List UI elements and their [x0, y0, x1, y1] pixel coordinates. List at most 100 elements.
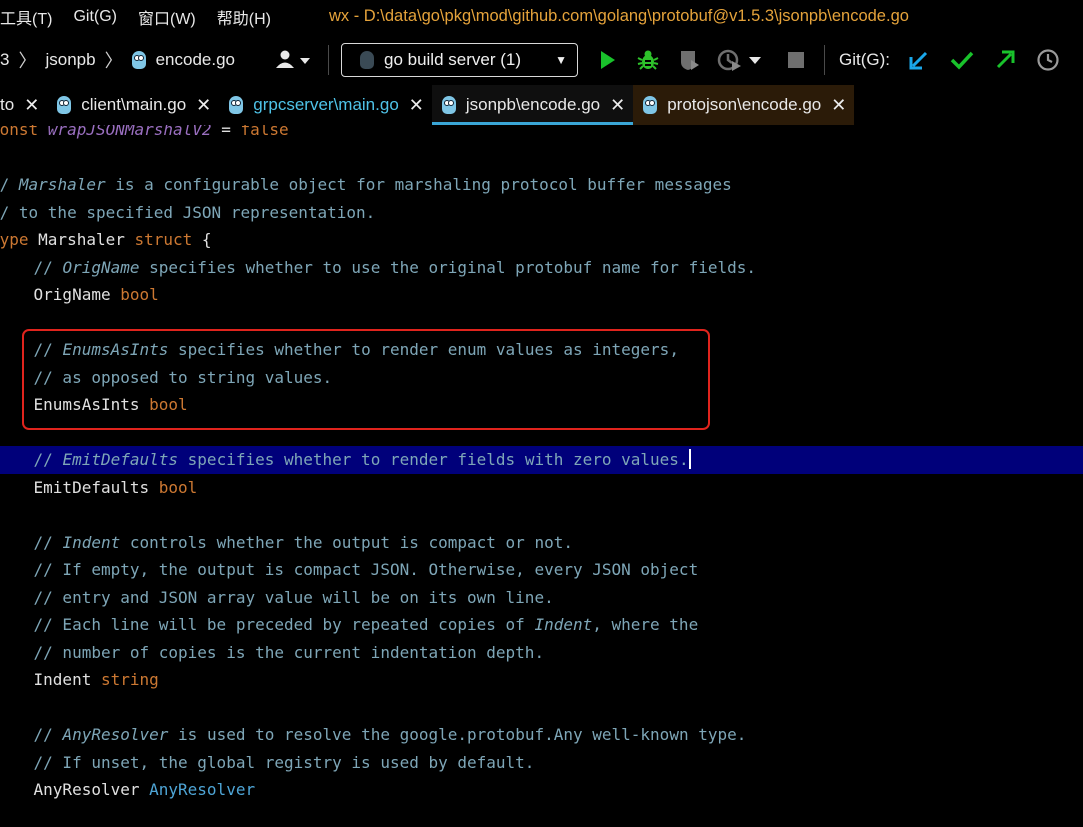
code-token: AnyResolver	[0, 780, 150, 799]
vcs-update-icon[interactable]	[904, 45, 934, 75]
code-token: false	[240, 125, 289, 139]
code-token: bool	[149, 395, 188, 414]
debug-icon[interactable]	[633, 45, 663, 75]
text-cursor	[688, 449, 691, 469]
code-token: // If empty, the output is compact JSON.…	[0, 560, 699, 579]
code-line: // entry and JSON array value will be on…	[0, 584, 1078, 612]
tab-label: client\main.go	[81, 95, 187, 114]
code-line: // AnyResolver is used to resolve the go…	[0, 721, 1078, 749]
close-icon[interactable]: ✕	[24, 95, 39, 116]
code-token: is a configurable object for marshaling …	[105, 175, 732, 194]
tab-protojson-encode[interactable]: protojson\encode.go ✕	[633, 85, 855, 125]
code-token: wrapJSONMarshalV2	[47, 125, 212, 139]
code-token: EnumsAsInts	[0, 395, 150, 414]
code-token: Indent	[62, 533, 121, 552]
toolbar-divider	[823, 45, 825, 75]
run-configuration-label: go build server (1)	[383, 50, 521, 69]
code-line: // Marshaler is a configurable object fo…	[0, 171, 1073, 199]
go-config-icon	[359, 51, 374, 69]
close-icon[interactable]: ✕	[196, 95, 211, 116]
window-title: wx - D:\data\go\pkg\mod\github.com\golan…	[328, 7, 909, 25]
go-file-icon	[57, 96, 72, 114]
toolbar-divider	[327, 45, 329, 75]
code-token: specifies whether to render fields with …	[178, 450, 689, 469]
user-account-icon[interactable]	[272, 45, 316, 75]
code-token: // If unset, the global registry is used…	[0, 753, 535, 772]
stop-icon[interactable]	[781, 45, 811, 75]
code-token: EmitDefaults	[62, 450, 179, 469]
code-token: EnumsAsInts	[62, 340, 169, 359]
breadcrumb-separator-icon: 〉	[18, 51, 37, 71]
go-file-icon	[643, 96, 658, 114]
code-token: , where the	[592, 615, 699, 634]
code-token: Indent	[0, 670, 101, 689]
breadcrumb-item-root[interactable]: 3	[0, 50, 9, 70]
go-file-icon	[441, 96, 456, 114]
tab-label: grpcserver\main.go	[253, 95, 399, 114]
menu-tools[interactable]: 工具(T)	[0, 5, 52, 29]
close-icon[interactable]: ✕	[409, 95, 424, 116]
code-editor[interactable]: const wrapJSONMarshalV2 = false // Marsh…	[0, 125, 1083, 827]
code-token: bool	[120, 285, 159, 304]
close-icon[interactable]: ✕	[831, 95, 846, 116]
code-token: OrigName	[62, 258, 140, 277]
code-token: OrigName	[0, 285, 121, 304]
breadcrumb-item-file[interactable]: encode.go	[156, 50, 235, 70]
vcs-push-icon[interactable]	[990, 45, 1020, 75]
code-token: =	[211, 125, 241, 139]
code-token: const	[0, 125, 39, 139]
code-token: specifies whether to render enum values …	[168, 340, 679, 359]
tab-client-main[interactable]: client\main.go ✕	[47, 85, 219, 125]
profile-icon[interactable]	[715, 45, 745, 75]
tab-grpcserver-main[interactable]: grpcserver\main.go ✕	[219, 85, 432, 125]
vcs-commit-icon[interactable]	[947, 45, 977, 75]
breadcrumb-item-jsonpb[interactable]: jsonpb	[45, 50, 95, 70]
code-line: // If unset, the global registry is used…	[0, 749, 1078, 777]
code-token: bool	[158, 478, 198, 497]
menu-help[interactable]: 帮助(H)	[217, 5, 271, 29]
editor-tab-bar: to ✕ client\main.go ✕ grpcserver\main.go…	[0, 85, 1083, 125]
chevron-down-icon[interactable]	[747, 45, 763, 75]
code-token: //	[0, 340, 63, 359]
code-token: {	[192, 230, 212, 249]
code-token: //	[0, 258, 63, 277]
tab-jsonpb-encode[interactable]: jsonpb\encode.go ✕	[431, 85, 634, 125]
coverage-icon[interactable]	[674, 45, 704, 75]
code-line: // OrigName specifies whether to use the…	[0, 254, 1078, 282]
code-line: const wrapJSONMarshalV2 = false	[0, 125, 1073, 144]
code-line: // Indent controls whether the output is…	[0, 529, 1078, 557]
code-token: type	[0, 230, 29, 249]
breadcrumb-separator-icon: 〉	[104, 51, 123, 71]
code-token: // as opposed to string values.	[0, 368, 333, 387]
tab-label: to	[0, 95, 15, 114]
tab-label: jsonpb\encode.go	[465, 95, 601, 114]
code-line: type Marshaler struct {	[0, 226, 1073, 254]
code-token: //	[0, 725, 63, 744]
code-token: // Each line will be preceded by repeate…	[0, 615, 535, 634]
code-line: // Each line will be preceded by repeate…	[0, 611, 1078, 639]
code-token: Marshaler	[28, 230, 135, 249]
code-token: // number of copies is the current inden…	[0, 643, 545, 662]
go-file-icon	[131, 51, 146, 69]
code-token: specifies whether to use the original pr…	[139, 258, 756, 277]
tab-label: protojson\encode.go	[667, 95, 822, 114]
menu-window[interactable]: 窗口(W)	[138, 5, 196, 29]
code-token: AnyResolver	[62, 725, 169, 744]
run-configuration-select[interactable]: go build server (1) ▼	[340, 43, 578, 77]
code-line: Indent string	[0, 666, 1078, 694]
code-line: EmitDefaults bool	[0, 474, 1078, 502]
code-line: // number of copies is the current inden…	[0, 639, 1078, 667]
chevron-down-icon: ▼	[555, 53, 567, 67]
code-line: EnumsAsInts bool	[0, 391, 1078, 419]
code-line: // as opposed to string values.	[0, 364, 1078, 392]
tab-partial[interactable]: to ✕	[0, 85, 47, 125]
close-icon[interactable]: ✕	[610, 95, 625, 116]
code-line: // EnumsAsInts specifies whether to rend…	[0, 336, 1078, 364]
code-line: OrigName bool	[0, 281, 1078, 309]
code-token: EmitDefaults	[0, 478, 159, 497]
code-token: // entry and JSON array value will be on…	[0, 588, 554, 607]
menu-git[interactable]: Git(G)	[73, 8, 117, 26]
code-token: AnyResolver	[149, 780, 256, 799]
run-icon[interactable]	[592, 45, 622, 75]
history-icon[interactable]	[1033, 45, 1063, 75]
